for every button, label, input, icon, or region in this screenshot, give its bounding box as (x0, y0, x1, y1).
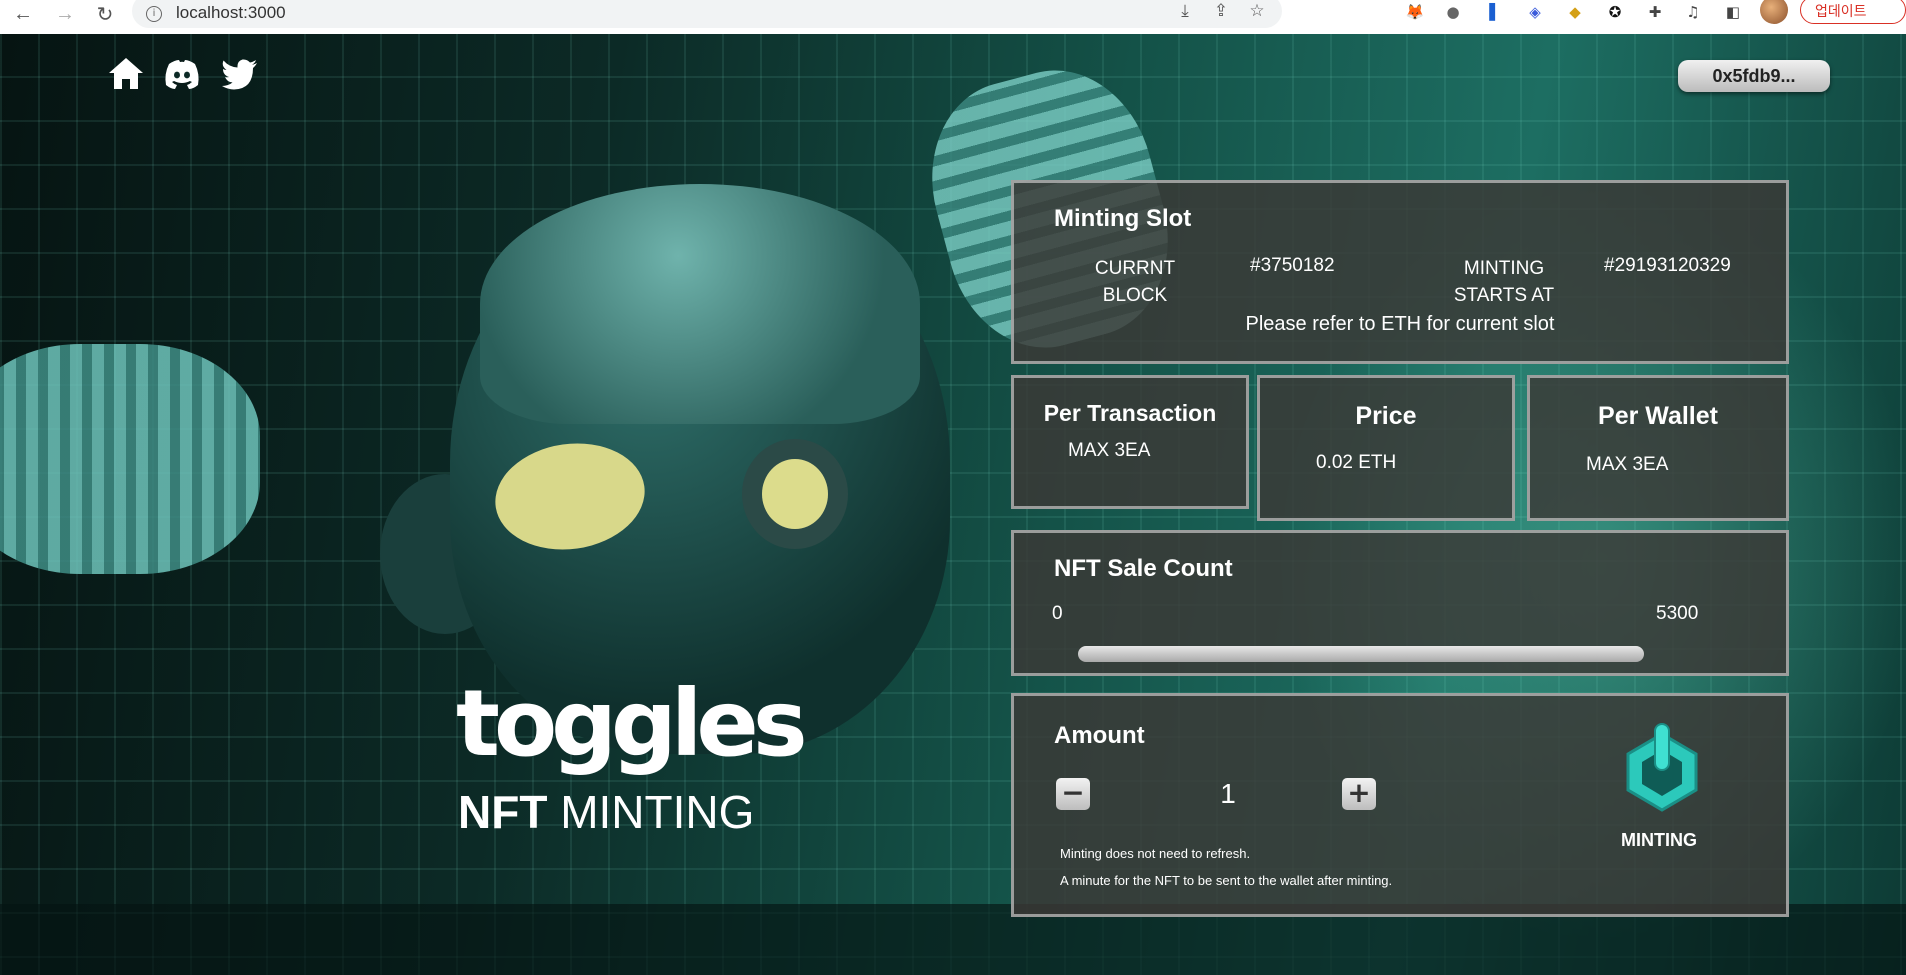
price-panel: Price 0.02 ETH (1257, 375, 1515, 521)
bookmark-star-icon[interactable]: ☆ (1246, 0, 1268, 22)
address-bar[interactable]: i localhost:3000 ⤓ ⇪ ☆ (132, 0, 1282, 28)
profile-avatar[interactable] (1760, 0, 1788, 24)
wallet-address-button[interactable]: 0x5fdb9... (1678, 60, 1830, 92)
price-value: 0.02 ETH (1316, 452, 1397, 473)
browser-toolbar: ← → ↻ i localhost:3000 ⤓ ⇪ ☆ 🦊 ● ▌ ◈ ◆ ✪… (0, 0, 1906, 35)
power-hexagon-icon (1626, 723, 1698, 812)
extension-shield-icon[interactable]: ◈ (1522, 0, 1548, 24)
amount-panel: Amount − 1 + Minting does not need to re… (1011, 693, 1789, 917)
page-subtitle: NFT MINTING (458, 784, 754, 840)
subtitle-bold: NFT (458, 786, 548, 838)
media-control-icon[interactable]: ♫ (1680, 0, 1706, 24)
per-wallet-value: MAX 3EA (1586, 454, 1669, 475)
home-icon[interactable] (106, 54, 146, 94)
current-block-value: #3750182 (1250, 255, 1335, 276)
minting-button-label: MINTING (1621, 830, 1697, 850)
extension-coin-icon[interactable]: ◆ (1562, 0, 1588, 24)
update-button[interactable]: 업데이트 (1800, 0, 1906, 24)
per-transaction-panel: Per Transaction MAX 3EA (1011, 375, 1249, 509)
extension-flag-icon[interactable]: ▌ (1482, 0, 1508, 24)
metamask-icon[interactable]: 🦊 (1402, 0, 1428, 24)
sale-count-title: NFT Sale Count (1054, 555, 1233, 582)
extension-circle-icon[interactable]: ✪ (1602, 0, 1628, 24)
url-text: localhost:3000 (176, 3, 286, 22)
per-wallet-title: Per Wallet (1598, 402, 1718, 430)
toggles-logo: toggles (456, 670, 808, 777)
robot-eye-right (762, 459, 828, 529)
minting-starts-value: #29193120329 (1604, 255, 1731, 276)
amount-title: Amount (1054, 722, 1145, 749)
page-background: 0x5fdb9... toggles NFT MINTING Minting S… (0, 34, 1906, 975)
current-block-label-line1: CURRNT (1094, 258, 1176, 279)
amount-note-2: A minute for the NFT to be sent to the w… (1060, 873, 1393, 888)
per-transaction-title: Per Transaction (1043, 400, 1217, 426)
minting-slot-title: Minting Slot (1054, 205, 1192, 232)
sale-count-max: 5300 (1656, 603, 1699, 624)
current-block-label: CURRNT BLOCK (1080, 255, 1190, 309)
starts-label-line1: MINTING (1463, 258, 1545, 279)
per-wallet-panel: Per Wallet MAX 3EA (1527, 375, 1789, 521)
subtitle-rest: MINTING (547, 786, 755, 838)
twitter-icon[interactable] (220, 54, 260, 94)
decrement-button[interactable]: − (1056, 778, 1090, 810)
back-icon[interactable]: ← (6, 0, 40, 28)
site-info-icon[interactable]: i (146, 6, 162, 22)
puzzle-icon[interactable]: ✚ (1642, 0, 1668, 24)
sale-count-progress-bar (1078, 646, 1644, 662)
price-title: Price (1355, 402, 1417, 430)
reload-icon[interactable]: ↻ (88, 0, 122, 28)
amount-note-1: Minting does not need to refresh. (1060, 846, 1251, 861)
discord-icon[interactable] (162, 54, 202, 94)
sale-count-min: 0 (1052, 603, 1063, 624)
starts-label-line2: STARTS AT (1453, 285, 1555, 306)
minting-button[interactable]: MINTING (1574, 722, 1744, 852)
forward-icon[interactable]: → (48, 0, 82, 28)
hammer-left-illustration (0, 344, 260, 574)
extension-icon[interactable]: ● (1440, 0, 1466, 24)
amount-value: 1 (1220, 778, 1236, 809)
current-block-label-line2: BLOCK (1102, 285, 1168, 306)
share-icon[interactable]: ⇪ (1210, 0, 1232, 22)
side-panel-icon[interactable]: ◧ (1720, 0, 1746, 24)
per-transaction-value: MAX 3EA (1068, 440, 1151, 461)
slot-note: Please refer to ETH for current slot (1245, 313, 1555, 335)
minting-slot-panel: Minting Slot CURRNT BLOCK #3750182 MINTI… (1011, 180, 1789, 364)
robot-cap-illustration (480, 184, 920, 424)
increment-button[interactable]: + (1342, 778, 1376, 810)
install-icon[interactable]: ⤓ (1174, 0, 1196, 22)
minting-starts-label: MINTING STARTS AT (1424, 255, 1584, 309)
